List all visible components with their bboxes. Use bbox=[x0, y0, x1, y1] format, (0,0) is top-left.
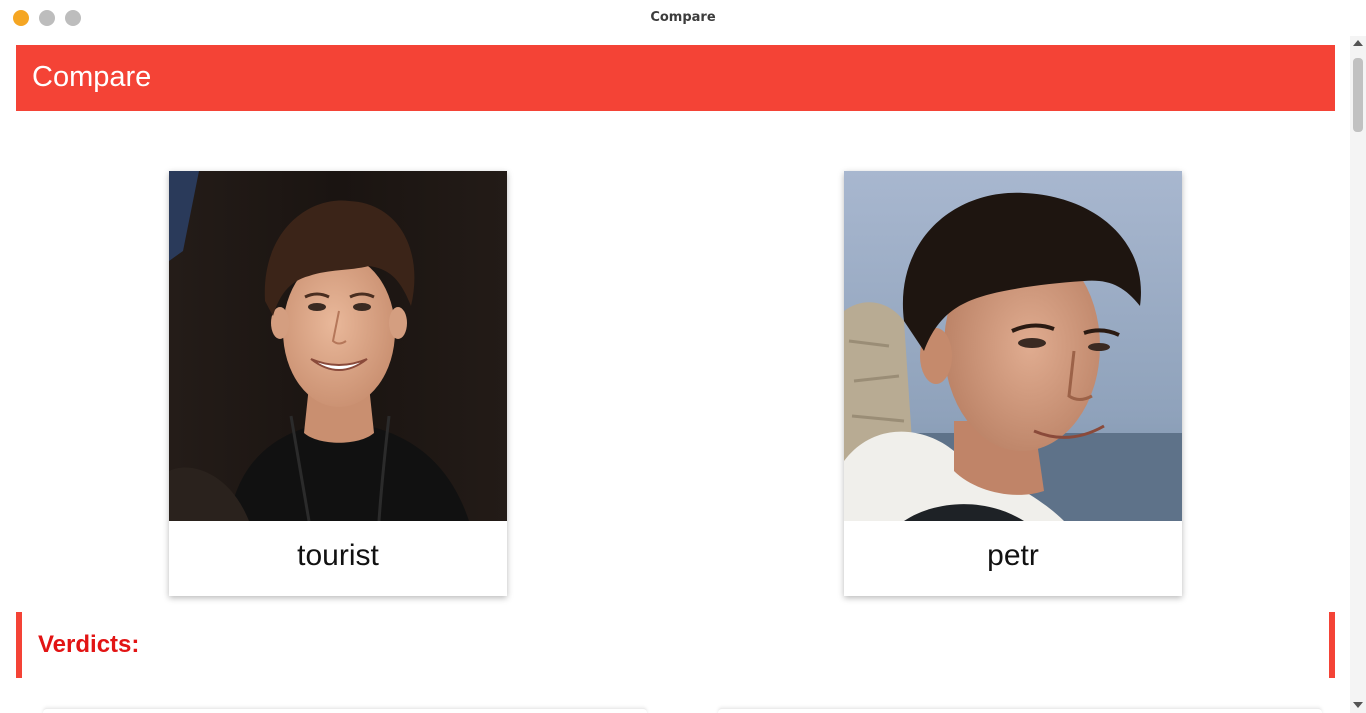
scroll-up-arrow-icon[interactable] bbox=[1353, 40, 1363, 46]
user-name-tourist: tourist bbox=[297, 539, 379, 572]
page-title: Compare bbox=[32, 61, 152, 93]
window-title: Compare bbox=[650, 10, 716, 25]
vertical-scrollbar[interactable] bbox=[1350, 36, 1366, 713]
verdicts-heading: Verdicts: bbox=[38, 631, 140, 658]
profile-photo-petr bbox=[844, 171, 1182, 521]
user-name-petr: petr bbox=[987, 539, 1039, 572]
scroll-down-arrow-icon[interactable] bbox=[1353, 702, 1363, 708]
content-viewport: Compare tourist petr Verdicts: bbox=[0, 36, 1350, 713]
scrollbar-thumb[interactable] bbox=[1353, 58, 1363, 132]
avatar-image bbox=[844, 171, 1182, 521]
profile-photo-tourist bbox=[169, 171, 507, 521]
user-card-petr[interactable]: petr bbox=[844, 171, 1182, 596]
avatar-image bbox=[169, 171, 507, 521]
verdicts-card-left bbox=[43, 708, 647, 713]
user-card-tourist[interactable]: tourist bbox=[169, 171, 507, 596]
verdicts-section: Verdicts: bbox=[16, 612, 1335, 678]
page-header: Compare bbox=[16, 45, 1335, 111]
window-titlebar: Compare bbox=[0, 0, 1366, 36]
verdicts-card-right bbox=[718, 708, 1322, 713]
